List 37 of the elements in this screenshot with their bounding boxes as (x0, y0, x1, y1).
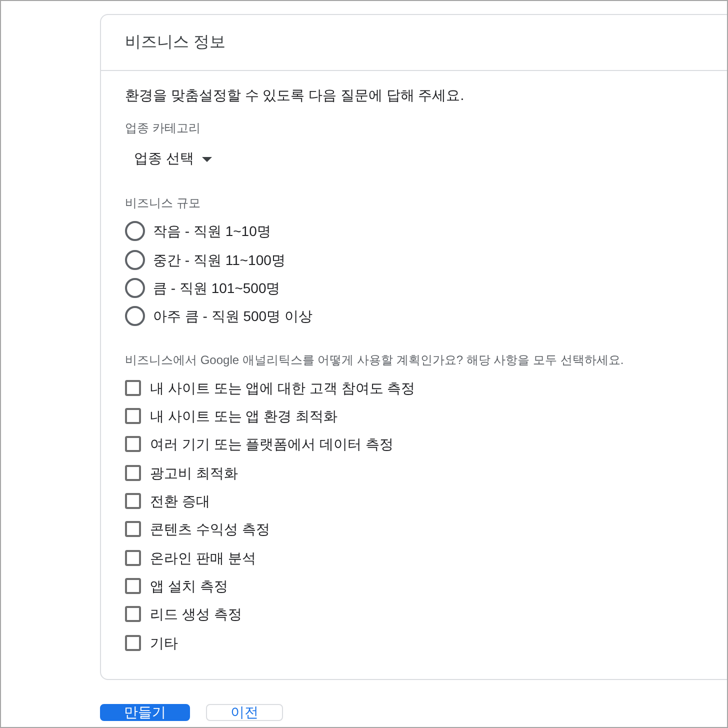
checkbox[interactable] (125, 634, 141, 651)
checkbox[interactable] (125, 550, 141, 566)
checkbox[interactable] (125, 521, 141, 538)
intro-text: 환경을 맞춤설정할 수 있도록 다음 질문에 답해 주세요. (125, 86, 464, 105)
field-label: 비즈니스에서 Google 애널리틱스를 어떻게 사용할 계획인가요? 해당 사항을 모두 선택하세요. (125, 352, 624, 368)
radio-label: 아주 큼 - 직원 500명 이상 (153, 307, 312, 326)
caret-icon (202, 156, 212, 162)
radio-button[interactable] (125, 221, 145, 242)
field-label: 비즈니스 규모 (125, 195, 200, 211)
radio-label: 작음 - 직원 1~10명 (153, 222, 271, 242)
checkbox-label: 여러 기기 또는 플랫폼에서 데이터 측정 (150, 435, 394, 454)
card-title: 비즈니스 정보 (125, 32, 226, 52)
industry-dropdown[interactable]: 업종 선택 (125, 143, 212, 175)
checkbox[interactable] (125, 606, 141, 622)
field-label: 업종 카테고리 (125, 120, 200, 136)
checkbox-label: 리드 생성 측정 (150, 605, 242, 624)
checkbox-label: 전환 증대 (150, 492, 210, 512)
checkbox-label: 기타 (150, 634, 178, 653)
checkbox-label: 내 사이트 또는 앱에 대한 고객 참여도 측정 (150, 378, 416, 398)
checkbox[interactable] (125, 408, 141, 424)
back-button[interactable]: 이전 (206, 704, 283, 721)
checkbox-label: 광고비 최적화 (150, 464, 238, 483)
checkbox[interactable] (125, 380, 141, 396)
radio-label: 큼 - 직원 101~500명 (153, 278, 280, 298)
checkbox[interactable] (125, 464, 141, 481)
checkbox-label: 콘텐츠 수익성 측정 (150, 520, 270, 540)
radio-button[interactable] (125, 250, 145, 270)
checkbox-label: 내 사이트 또는 앱 환경 최적화 (150, 407, 338, 426)
radio-button[interactable] (125, 306, 145, 326)
radio-button[interactable] (125, 278, 145, 298)
checkbox[interactable] (125, 493, 141, 510)
checkbox[interactable] (125, 578, 141, 594)
checkbox[interactable] (125, 436, 141, 452)
create-button[interactable]: 만들기 (100, 704, 190, 721)
checkbox-label: 앱 설치 측정 (150, 577, 228, 596)
radio-label: 중간 - 직원 11~100명 (153, 250, 286, 270)
checkbox-label: 온라인 판매 분석 (150, 548, 256, 568)
